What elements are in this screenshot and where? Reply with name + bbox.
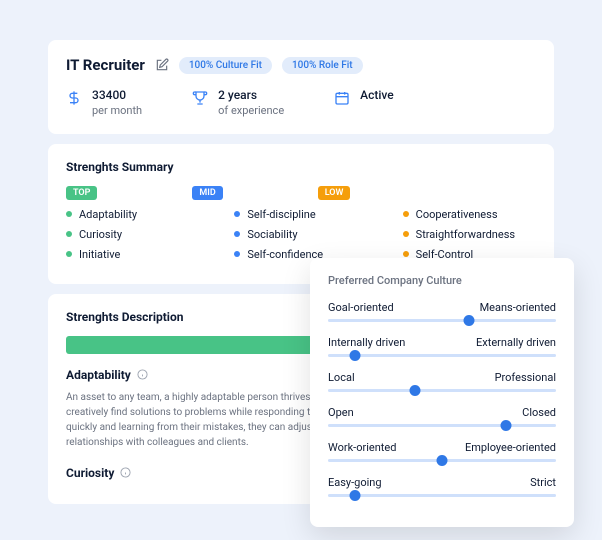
dot-icon xyxy=(234,251,240,257)
slider-labels: Work-oriented Employee-oriented xyxy=(328,441,556,454)
strength-item: Cooperativeness xyxy=(403,208,536,221)
slider-left-label: Local xyxy=(328,371,355,384)
slider-right-label: Employee-oriented xyxy=(465,441,556,454)
dot-icon xyxy=(66,211,72,217)
strength-item: Straightforwardness xyxy=(403,228,536,241)
strength-text: Self-confidence xyxy=(247,248,323,261)
strength-text: Sociability xyxy=(247,228,297,241)
slider-left-label: Internally driven xyxy=(328,336,405,349)
slider-row: Internally driven Externally driven xyxy=(328,336,556,357)
slider-thumb[interactable] xyxy=(350,350,361,361)
edit-icon[interactable] xyxy=(155,58,169,72)
calendar-icon xyxy=(334,90,350,106)
slider-row: Open Closed xyxy=(328,406,556,427)
slider-track[interactable] xyxy=(328,424,556,427)
slider-track[interactable] xyxy=(328,494,556,497)
slider-thumb[interactable] xyxy=(500,420,511,431)
slider-labels: Goal-oriented Means-oriented xyxy=(328,301,556,314)
strength-text: Straightforwardness xyxy=(416,228,515,241)
page-title: IT Recruiter xyxy=(66,56,145,74)
culture-title: Preferred Company Culture xyxy=(328,274,556,287)
slider-track[interactable] xyxy=(328,354,556,357)
slider-thumb[interactable] xyxy=(464,315,475,326)
top-col: Adaptability Curiosity Initiative xyxy=(66,208,199,268)
slider-thumb[interactable] xyxy=(437,455,448,466)
strength-item: Sociability xyxy=(234,228,367,241)
slider-right-label: Closed xyxy=(522,406,556,419)
strength-item: Self-discipline xyxy=(234,208,367,221)
slider-row: Easy-going Strict xyxy=(328,476,556,497)
low-tag: LOW xyxy=(318,186,351,200)
status-stat: Active xyxy=(334,88,394,106)
slider-row: Work-oriented Employee-oriented xyxy=(328,441,556,462)
salary-stat: 33400 per month xyxy=(66,88,142,118)
dot-icon xyxy=(403,211,409,217)
top-tag: TOP xyxy=(66,186,97,200)
slider-labels: Internally driven Externally driven xyxy=(328,336,556,349)
dot-icon xyxy=(234,231,240,237)
slider-thumb[interactable] xyxy=(409,385,420,396)
strength-text: Self-discipline xyxy=(247,208,315,221)
salary-value: 33400 xyxy=(92,88,142,104)
strength-item: Curiosity xyxy=(66,228,199,241)
status-value: Active xyxy=(360,88,394,104)
slider-left-label: Open xyxy=(328,406,354,419)
strength-item: Initiative xyxy=(66,248,199,261)
experience-sub: of experience xyxy=(218,104,284,118)
slider-thumb[interactable] xyxy=(350,490,361,501)
header-row: IT Recruiter 100% Culture Fit 100% Role … xyxy=(66,56,536,74)
strength-text: Initiative xyxy=(79,248,120,261)
role-fit-badge: 100% Role Fit xyxy=(282,57,363,74)
slider-labels: Easy-going Strict xyxy=(328,476,556,489)
slider-labels: Local Professional xyxy=(328,371,556,384)
salary-sub: per month xyxy=(92,104,142,118)
stats-row: 33400 per month 2 years of experience xyxy=(66,88,536,118)
slider-left-label: Work-oriented xyxy=(328,441,396,454)
slider-row: Goal-oriented Means-oriented xyxy=(328,301,556,322)
dot-icon xyxy=(403,251,409,257)
slider-left-label: Easy-going xyxy=(328,476,382,489)
info-icon[interactable] xyxy=(137,369,148,380)
desc-item-title: Curiosity xyxy=(66,466,114,480)
dot-icon xyxy=(66,231,72,237)
slider-row: Local Professional xyxy=(328,371,556,392)
slider-right-label: Professional xyxy=(495,371,556,384)
dot-icon xyxy=(403,231,409,237)
slider-right-label: Means-oriented xyxy=(480,301,556,314)
tags-row: TOP MID LOW xyxy=(66,186,536,200)
slider-labels: Open Closed xyxy=(328,406,556,419)
trophy-icon xyxy=(192,90,208,106)
slider-track[interactable] xyxy=(328,319,556,322)
culture-fit-badge: 100% Culture Fit xyxy=(179,57,272,74)
strength-text: Curiosity xyxy=(79,228,122,241)
strength-item: Adaptability xyxy=(66,208,199,221)
slider-track[interactable] xyxy=(328,459,556,462)
slider-track[interactable] xyxy=(328,389,556,392)
dot-icon xyxy=(66,251,72,257)
desc-item-title: Adaptability xyxy=(66,368,131,382)
info-icon[interactable] xyxy=(120,467,131,478)
mid-tag: MID xyxy=(192,186,222,200)
summary-title: Strenghts Summary xyxy=(66,160,536,174)
experience-stat: 2 years of experience xyxy=(192,88,284,118)
slider-left-label: Goal-oriented xyxy=(328,301,394,314)
culture-panel: Preferred Company Culture Goal-oriented M… xyxy=(310,258,574,527)
app-container: IT Recruiter 100% Culture Fit 100% Role … xyxy=(0,0,602,540)
header-card: IT Recruiter 100% Culture Fit 100% Role … xyxy=(48,40,554,134)
slider-right-label: Strict xyxy=(530,476,556,489)
dollar-icon xyxy=(66,90,82,106)
strength-text: Adaptability xyxy=(79,208,137,221)
dot-icon xyxy=(234,211,240,217)
slider-right-label: Externally driven xyxy=(476,336,556,349)
experience-value: 2 years xyxy=(218,88,284,104)
strength-text: Cooperativeness xyxy=(416,208,498,221)
